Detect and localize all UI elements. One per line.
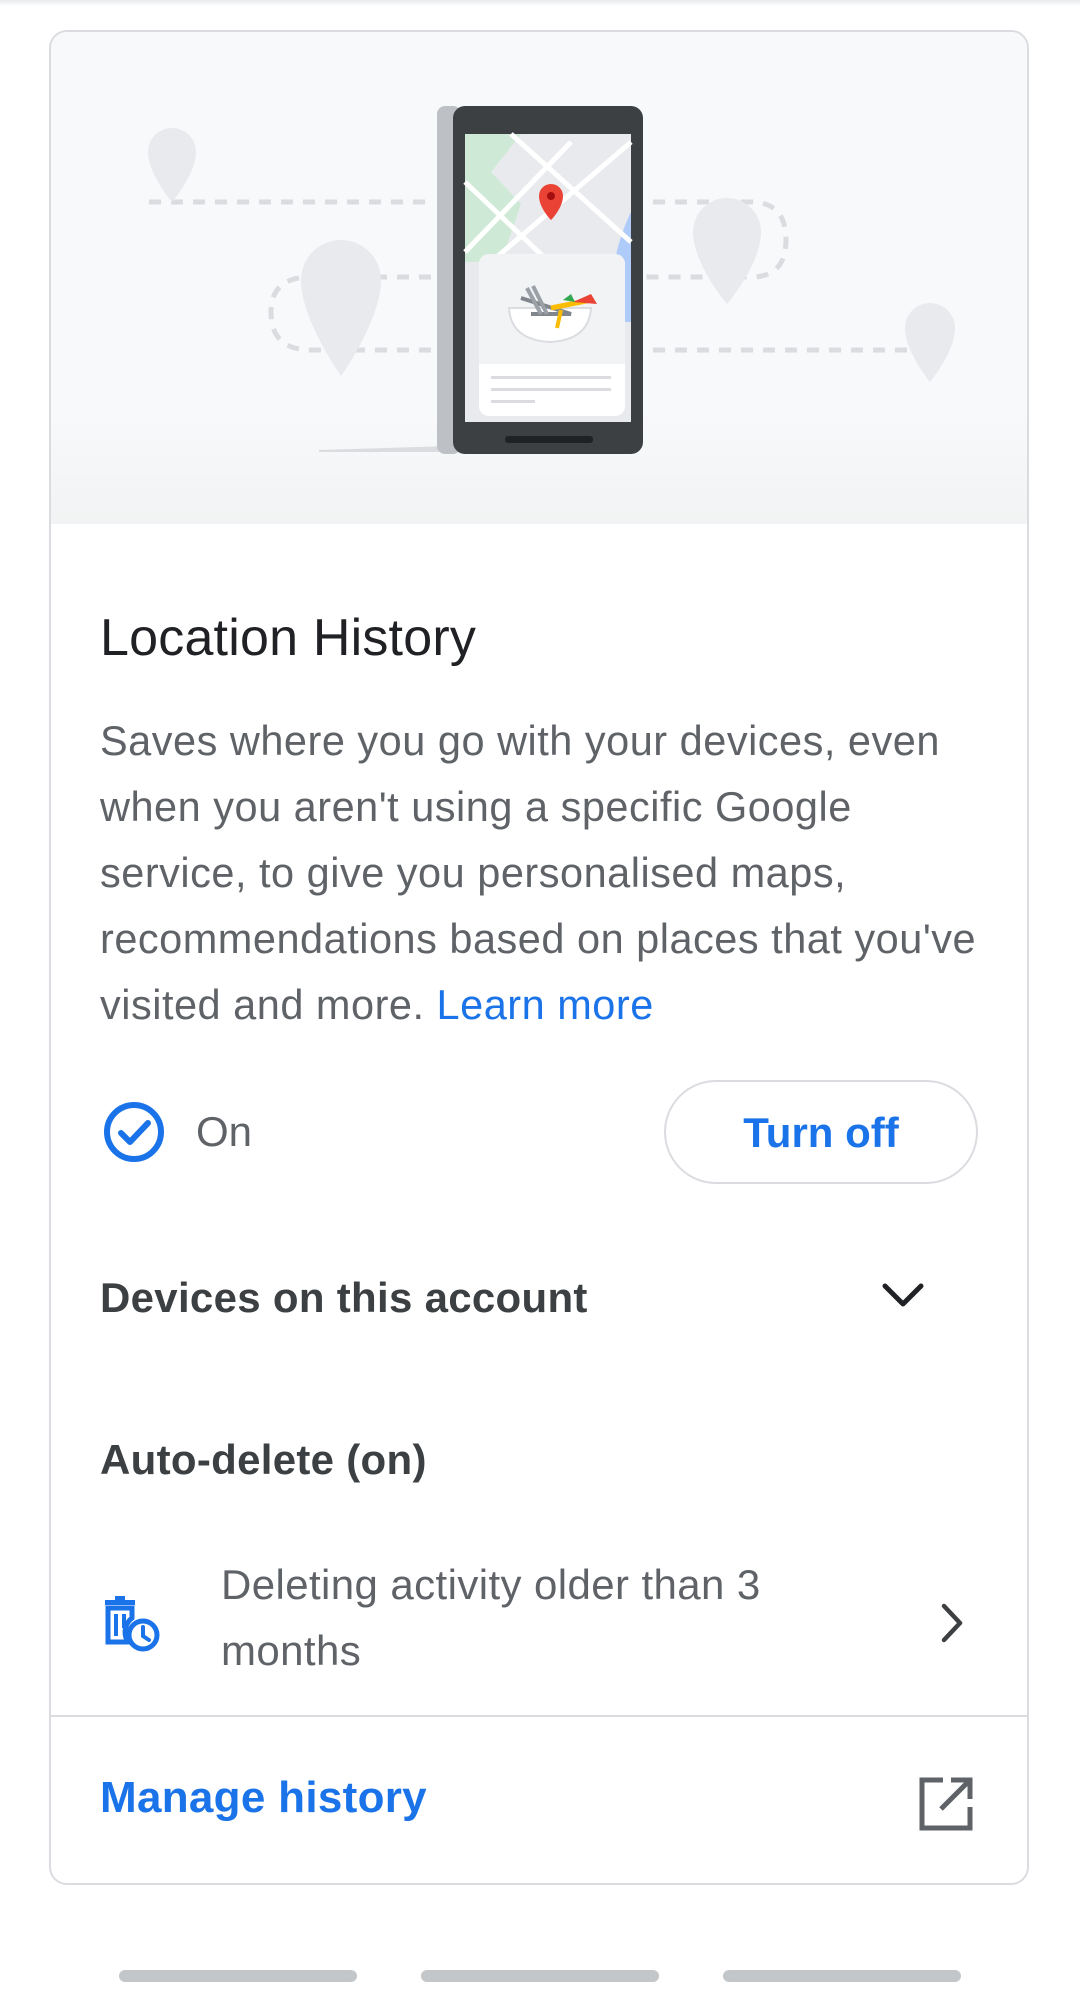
status-label: On [196,1108,253,1155]
turn-off-button[interactable]: Turn off [664,1080,978,1184]
carousel-indicators [0,1970,1080,1982]
card-title: Location History [100,609,477,667]
carousel-indicator[interactable] [119,1970,357,1982]
devices-label: Devices on this account [100,1274,588,1321]
devices-expander[interactable]: Devices on this account [51,1242,1027,1352]
status-row: On Turn off [100,1078,992,1188]
top-edge-shadow [0,0,1080,6]
carousel-indicator[interactable] [723,1970,961,1982]
manage-history-link[interactable]: Manage history [100,1773,427,1823]
auto-delete-heading: Auto-delete (on) [100,1436,427,1483]
auto-delete-detail: Deleting activity older than 3 months [221,1561,761,1674]
hero-illustration [51,32,1027,524]
learn-more-link[interactable]: Learn more [437,981,654,1028]
chevron-down-icon [882,1283,924,1307]
location-phone-illustration [148,106,955,454]
card-description: Saves where you go with your devices, ev… [100,708,990,1038]
chevron-right-icon [941,1603,963,1643]
auto-delete-icon [105,1596,160,1652]
manage-history-row[interactable]: Manage history [51,1717,1027,1883]
carousel-indicator[interactable] [421,1970,659,1982]
location-history-card: Location History Saves where you go with… [49,30,1029,1885]
check-circle-icon [104,1102,164,1162]
auto-delete-row[interactable]: Deleting activity older than 3 months [51,1542,1027,1682]
open-in-new-icon [919,1777,973,1831]
